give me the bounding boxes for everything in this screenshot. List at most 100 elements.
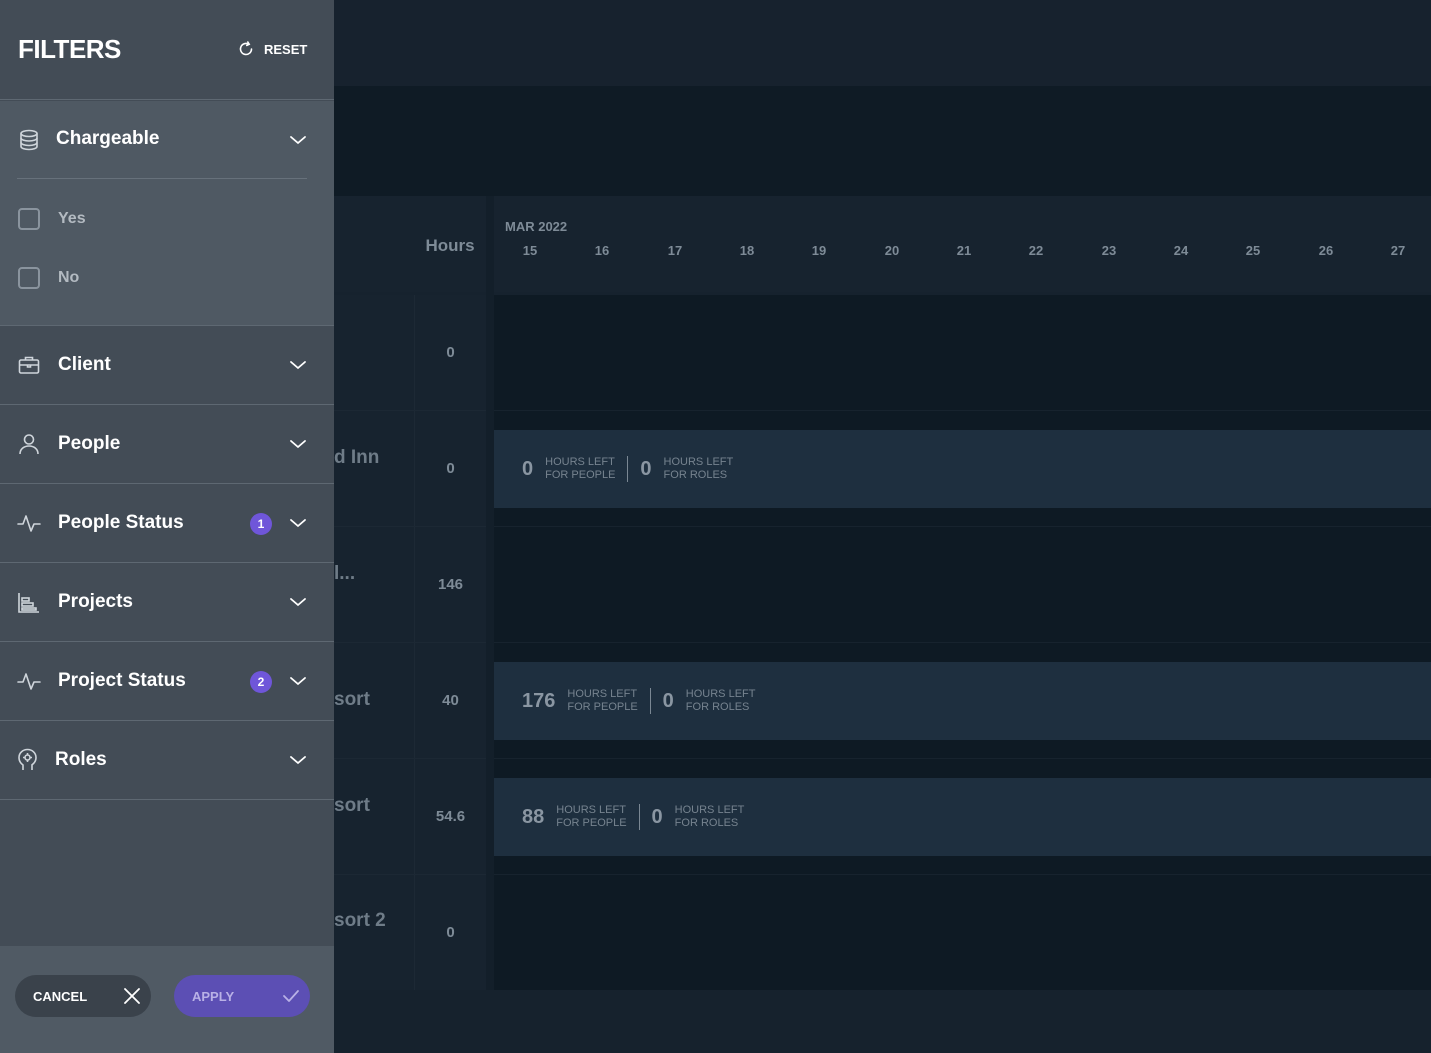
filters-panel: FILTERS RESET Chargeable Yes No Client P… (0, 0, 334, 1053)
row-hours: 0 (414, 875, 486, 991)
bar-chart-icon (18, 593, 39, 613)
calendar-row[interactable] (494, 875, 1431, 991)
chargeable-option-no[interactable]: No (18, 267, 79, 289)
reset-label: RESET (264, 41, 308, 57)
column-divider (486, 196, 494, 1053)
filters-header: FILTERS RESET (0, 0, 334, 100)
hours-left-label: HOURS LEFT (663, 456, 734, 468)
bar-separator (649, 688, 651, 714)
row-hours: 54.6 (414, 759, 486, 875)
chevron-down-icon (290, 519, 306, 528)
checkmark-icon (283, 990, 299, 1002)
chargeable-toggle[interactable]: Chargeable (0, 101, 334, 178)
people-status-label: People Status (58, 512, 184, 533)
day-label: 16 (594, 243, 610, 258)
month-label: MAR 2022 (505, 219, 568, 234)
hours-left-bar[interactable]: 176 HOURS LEFT FOR PEOPLE 0 HOURS LEFT FOR… (494, 662, 1431, 740)
close-icon (124, 988, 140, 1004)
roles-hours-left: 0 (651, 805, 663, 828)
table-row[interactable] (334, 759, 414, 875)
roles-hours-left: 0 (662, 689, 674, 712)
chevron-down-icon (290, 361, 306, 370)
day-label: 26 (1318, 243, 1334, 258)
apply-label: APPLY (192, 988, 235, 1004)
chevron-down-icon (290, 136, 306, 145)
people-status-section[interactable]: People Status 1 (0, 484, 334, 563)
roles-label: Roles (55, 749, 107, 770)
for-roles-label: FOR ROLES (685, 701, 750, 713)
day-label: 25 (1245, 243, 1261, 258)
people-label: People (58, 433, 121, 454)
client-section[interactable]: Client (0, 326, 334, 405)
calendar-row[interactable] (494, 295, 1431, 411)
hours-left-bar[interactable]: 0 HOURS LEFT FOR PEOPLE 0 HOURS LEFT FOR R… (494, 430, 1431, 508)
yes-label: Yes (58, 210, 86, 227)
day-label: 27 (1390, 243, 1406, 258)
bar-separator (627, 456, 629, 482)
table-row[interactable] (334, 295, 414, 411)
people-status-count-badge: 1 (250, 513, 272, 535)
row-hours: 40 (414, 643, 486, 759)
hours-column-header: Hours (425, 236, 475, 255)
cancel-button[interactable]: CANCEL (15, 975, 151, 1017)
for-people-label: FOR PEOPLE (567, 701, 638, 713)
bar-separator (638, 804, 640, 830)
chevron-down-icon (290, 440, 306, 449)
projects-section[interactable]: Projects (0, 563, 334, 642)
table-row[interactable] (334, 411, 414, 527)
for-roles-label: FOR ROLES (674, 817, 739, 829)
reset-icon (239, 41, 253, 56)
day-label: 22 (1028, 243, 1044, 258)
hours-left-label: HOURS LEFT (567, 688, 638, 700)
for-people-label: FOR PEOPLE (556, 817, 627, 829)
chevron-down-icon (290, 756, 306, 765)
row-name: sort (334, 689, 370, 710)
project-status-label: Project Status (58, 670, 186, 691)
filters-title: FILTERS (18, 34, 121, 64)
day-label: 18 (739, 243, 755, 258)
table-row[interactable] (334, 875, 414, 991)
people-section[interactable]: People (0, 405, 334, 484)
roles-section[interactable]: Roles (0, 721, 334, 800)
chargeable-option-yes[interactable]: Yes (18, 208, 86, 230)
day-label: 21 (956, 243, 972, 258)
activity-icon (17, 515, 41, 532)
table-row[interactable] (334, 527, 414, 643)
apply-button[interactable]: APPLY (174, 975, 310, 1017)
head-gear-icon (18, 748, 37, 770)
row-hours: 146 (414, 527, 486, 643)
divider (17, 178, 307, 179)
row-hours: 0 (414, 411, 486, 527)
client-label: Client (58, 354, 111, 375)
hours-left-bar[interactable]: 88 HOURS LEFT FOR PEOPLE 0 HOURS LEFT FOR … (494, 778, 1431, 856)
reset-button[interactable]: RESET (237, 40, 307, 58)
for-roles-label: FOR ROLES (663, 469, 728, 481)
row-hours: 0 (414, 295, 486, 411)
chevron-down-icon (290, 598, 306, 607)
person-icon (19, 434, 39, 455)
hours-left-label: HOURS LEFT (674, 804, 745, 816)
bottom-strip (334, 990, 1431, 1053)
calendar-row[interactable] (494, 527, 1431, 643)
row-name: d Inn (334, 447, 380, 468)
row-name: sort 2 (334, 910, 386, 931)
day-label: 15 (522, 243, 538, 258)
yes-checkbox[interactable] (18, 208, 40, 230)
cancel-label: CANCEL (33, 988, 88, 1004)
project-status-section[interactable]: Project Status 2 (0, 642, 334, 721)
projects-label: Projects (58, 591, 133, 612)
people-hours-left: 176 (522, 689, 556, 712)
chargeable-label: Chargeable (56, 128, 160, 149)
for-people-label: FOR PEOPLE (545, 469, 616, 481)
people-hours-left: 0 (522, 457, 534, 480)
project-status-count-badge: 2 (250, 671, 272, 693)
row-name: l... (334, 563, 356, 584)
hours-left-label: HOURS LEFT (556, 804, 626, 816)
no-label: No (58, 269, 80, 286)
people-hours-left: 88 (522, 805, 545, 828)
hours-left-label: HOURS LEFT (545, 456, 615, 468)
no-checkbox[interactable] (18, 267, 40, 289)
day-label: 23 (1101, 243, 1117, 258)
roles-hours-left: 0 (640, 457, 652, 480)
day-label: 20 (884, 243, 900, 258)
